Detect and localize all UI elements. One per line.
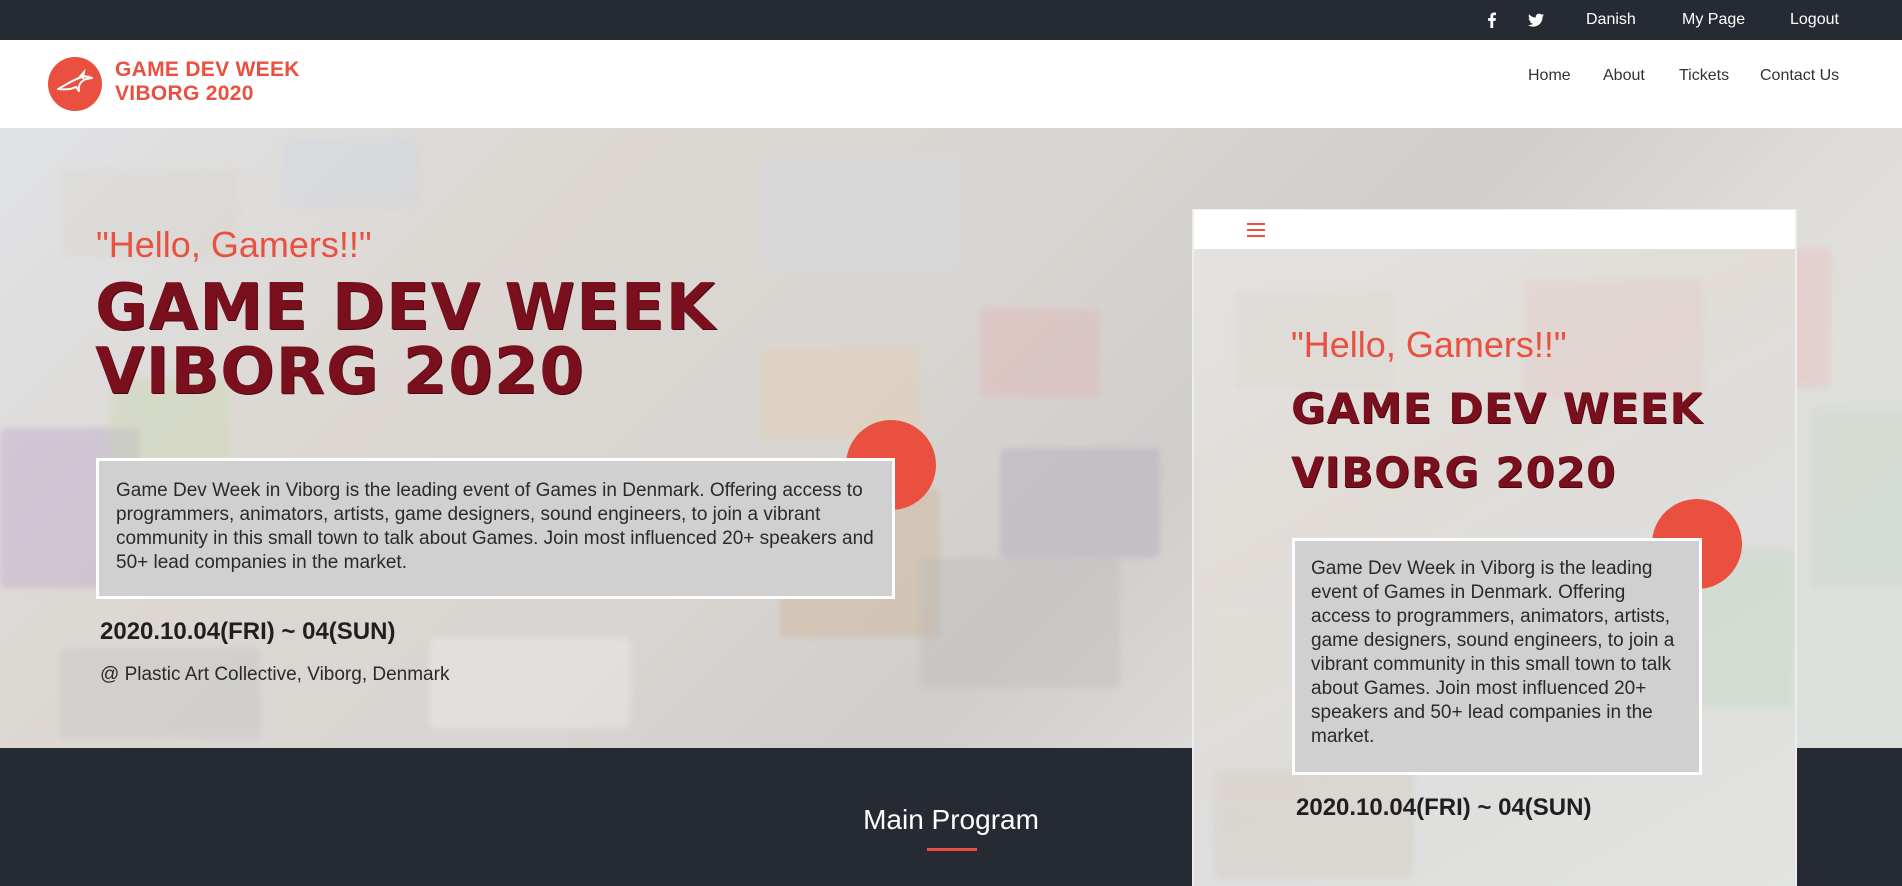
- mobile-nav-bar: [1194, 209, 1795, 249]
- mobile-hero-description: Game Dev Week in Viborg is the leading e…: [1292, 538, 1702, 775]
- site-header: GAME DEV WEEK VIBORG 2020 Home About Tic…: [0, 40, 1902, 128]
- mobile-hero-title-line-2: VIBORG 2020: [1291, 448, 1617, 497]
- nav-home[interactable]: Home: [1528, 40, 1571, 128]
- hero-title-line-1: GAME DEV WEEK: [95, 271, 717, 345]
- logo-icon[interactable]: [48, 57, 102, 111]
- logout-link[interactable]: Logout: [1790, 0, 1839, 40]
- nav-tickets[interactable]: Tickets: [1679, 40, 1729, 128]
- mobile-hero-greeting: "Hello, Gamers!!": [1291, 324, 1567, 365]
- title-underline: [927, 848, 977, 851]
- mobile-hero: "Hello, Gamers!!" GAME DEV WEEK VIBORG 2…: [1194, 249, 1795, 886]
- my-page-link[interactable]: My Page: [1682, 0, 1745, 40]
- language-link[interactable]: Danish: [1586, 0, 1636, 40]
- hero-description: Game Dev Week in Viborg is the leading e…: [96, 458, 895, 599]
- nav-about[interactable]: About: [1603, 40, 1645, 128]
- event-venue: @ Plastic Art Collective, Viborg, Denmar…: [100, 664, 450, 685]
- hero-title-line-2: VIBORG 2020: [95, 335, 585, 409]
- twitter-icon[interactable]: [1527, 11, 1545, 29]
- hero-greeting: "Hello, Gamers!!": [96, 224, 372, 265]
- mobile-hero-title-line-1: GAME DEV WEEK: [1291, 384, 1704, 433]
- hamburger-menu-icon[interactable]: [1247, 223, 1265, 237]
- nav-contact-us[interactable]: Contact Us: [1760, 40, 1839, 128]
- logo-line-1: GAME DEV WEEK: [115, 58, 300, 81]
- mobile-event-date: 2020.10.04(FRI) ~ 04(SUN): [1296, 794, 1592, 821]
- event-date: 2020.10.04(FRI) ~ 04(SUN): [100, 618, 396, 645]
- logo-text[interactable]: GAME DEV WEEK VIBORG 2020: [115, 58, 315, 106]
- logo-line-2: VIBORG 2020: [115, 82, 254, 105]
- mobile-preview: "Hello, Gamers!!" GAME DEV WEEK VIBORG 2…: [1192, 209, 1797, 886]
- top-bar: Danish My Page Logout: [0, 0, 1902, 40]
- facebook-icon[interactable]: [1483, 11, 1501, 29]
